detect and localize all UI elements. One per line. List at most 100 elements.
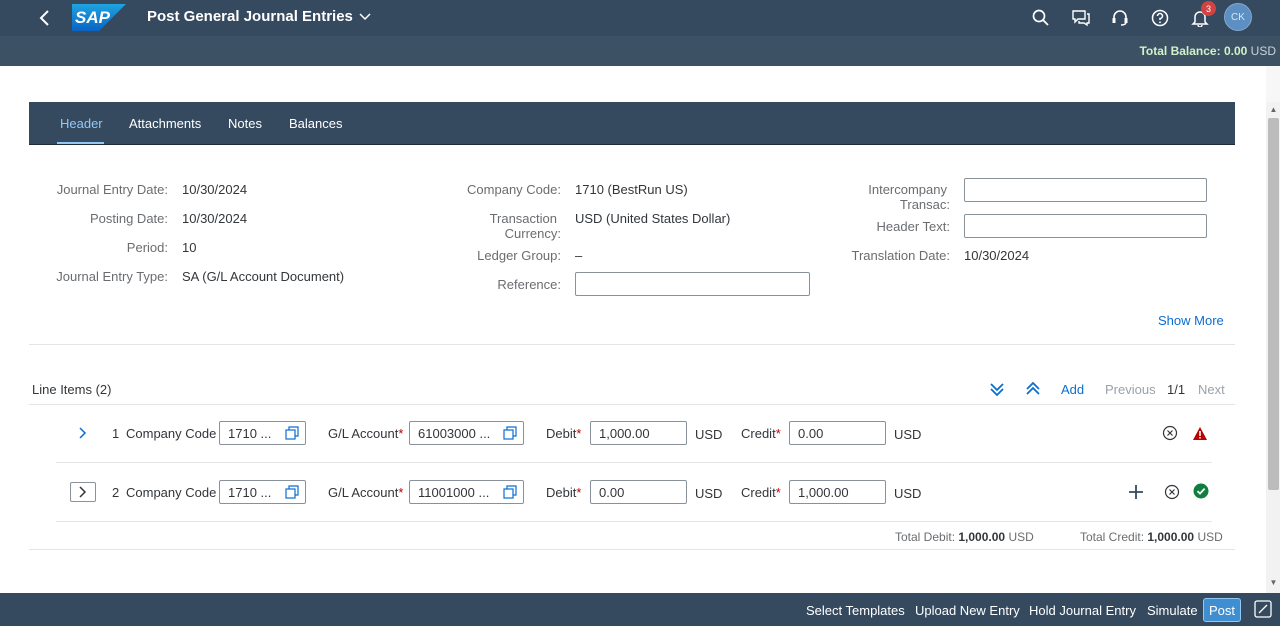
total-debit-currency: USD — [1008, 530, 1034, 544]
select-templates-button[interactable]: Select Templates — [806, 603, 905, 618]
tab-balances[interactable]: Balances — [289, 116, 342, 131]
translation-date-label: Translation Date: — [851, 248, 950, 263]
journal-entry-date-value: 10/30/2024 — [182, 182, 248, 197]
scrollbar-thumb[interactable] — [1268, 118, 1279, 490]
debit-currency: USD — [695, 427, 723, 442]
company-code-value: 1710 (BestRun US) — [575, 182, 688, 197]
total-balance-value: 0.00 — [1223, 44, 1248, 58]
expand-row-icon[interactable] — [76, 425, 90, 441]
gl-account-label: G/L Account* — [328, 485, 404, 500]
delete-row-icon[interactable] — [1162, 425, 1178, 441]
posting-date-value: 10/30/2024 — [182, 211, 248, 226]
gl-account-field-value: 61003000 ... — [418, 426, 491, 441]
value-help-icon[interactable] — [285, 485, 299, 499]
simulate-button[interactable]: Simulate — [1147, 603, 1198, 618]
posting-date-label: Posting Date: — [89, 211, 168, 226]
total-credit: Total Credit: 1,000.00 USD — [1080, 530, 1223, 544]
chat-icon[interactable] — [1069, 6, 1093, 30]
credit-input[interactable]: 1,000.00 — [789, 480, 886, 504]
help-icon[interactable] — [1148, 6, 1172, 30]
scroll-down-icon[interactable]: ▼ — [1268, 578, 1279, 590]
credit-currency: USD — [894, 486, 922, 501]
tab-attachments[interactable]: Attachments — [129, 116, 201, 131]
line-number: 2 — [112, 485, 120, 500]
reference-input[interactable] — [575, 272, 810, 296]
credit-input[interactable]: 0.00 — [789, 421, 886, 445]
total-debit-value: 1,000.00 — [958, 530, 1006, 544]
add-row-icon[interactable] — [1128, 484, 1144, 500]
debit-label: Debit* — [546, 485, 582, 500]
back-button[interactable] — [30, 0, 60, 36]
ledger-group-value: – — [575, 248, 583, 263]
company-code-field[interactable]: 1710 ... — [219, 480, 306, 504]
company-code-label: Company Code — [126, 485, 217, 500]
totals-row: Total Debit: 1,000.00 USD Total Credit: … — [29, 522, 1235, 550]
overflow-icon[interactable] — [1254, 600, 1274, 620]
upload-new-entry-button[interactable]: Upload New Entry — [915, 603, 1020, 618]
expand-row-icon[interactable] — [70, 482, 96, 502]
tab-notes[interactable]: Notes — [228, 116, 262, 131]
period-value: 10 — [182, 240, 197, 255]
intercompany-input[interactable] — [964, 178, 1207, 202]
success-check-icon[interactable] — [1193, 483, 1209, 499]
value-help-icon[interactable] — [285, 426, 299, 440]
gl-account-field[interactable]: 61003000 ... — [409, 421, 524, 445]
hold-journal-entry-button[interactable]: Hold Journal Entry — [1029, 603, 1136, 618]
debit-input[interactable]: 0.00 — [590, 480, 687, 504]
credit-label: Credit* — [741, 485, 781, 500]
company-code-field-value: 1710 ... — [228, 485, 272, 500]
next-button[interactable]: Next — [1198, 382, 1225, 397]
debit-input[interactable]: 1,000.00 — [590, 421, 687, 445]
app-title-menu[interactable]: Post General Journal Entries — [147, 8, 371, 25]
debit-label: Debit* — [546, 426, 582, 441]
page-indicator: 1/1 — [1167, 382, 1186, 397]
sap-logo[interactable]: SAP — [72, 4, 126, 31]
company-code-field[interactable]: 1710 ... — [219, 421, 306, 445]
intercompany-label-1: Intercompany — [868, 182, 947, 197]
sap-logo-text: SAP — [75, 8, 110, 27]
error-warning-icon[interactable] — [1192, 425, 1208, 441]
header-form — [29, 145, 1235, 345]
total-debit: Total Debit: 1,000.00 USD — [895, 530, 1034, 544]
collapse-all-icon[interactable] — [1025, 381, 1041, 400]
previous-button[interactable]: Previous — [1105, 382, 1156, 397]
avatar[interactable]: CK — [1224, 3, 1252, 31]
company-code-field-value: 1710 ... — [228, 426, 272, 441]
search-icon[interactable] — [1029, 6, 1053, 30]
ledger-group-label: Ledger Group: — [477, 248, 561, 263]
company-code-label: Company Code — [126, 426, 217, 441]
line-number: 1 — [112, 426, 120, 441]
footer-toolbar: Select Templates Upload New Entry Hold J… — [0, 593, 1280, 626]
header-text-input[interactable] — [964, 214, 1207, 238]
post-button[interactable]: Post — [1203, 598, 1241, 622]
delete-row-icon[interactable] — [1164, 484, 1180, 500]
tab-bar: Header Attachments Notes Balances — [29, 102, 1235, 145]
scroll-up-icon[interactable]: ▲ — [1268, 105, 1279, 117]
value-help-icon[interactable] — [503, 485, 517, 499]
gl-account-label: G/L Account* — [328, 426, 404, 441]
notification-badge: 3 — [1201, 1, 1216, 16]
total-credit-label: Total Credit: — [1080, 530, 1145, 544]
add-line-button[interactable]: Add — [1061, 382, 1084, 397]
company-code-label: Company Code: — [467, 182, 561, 197]
total-credit-value: 1,000.00 — [1147, 530, 1195, 544]
journal-entry-date-label: Journal Entry Date: — [56, 182, 168, 197]
active-tab-indicator — [57, 142, 104, 144]
sub-header: Total Balance: 0.00 USD — [0, 36, 1280, 66]
headset-icon[interactable] — [1108, 6, 1132, 30]
transaction-currency-label-2: Currency: — [504, 226, 561, 241]
credit-currency: USD — [894, 427, 922, 442]
line-items-title: Line Items (2) — [32, 382, 112, 397]
gl-account-field[interactable]: 11001000 ... — [409, 480, 524, 504]
journal-entry-type-label: Journal Entry Type: — [56, 269, 168, 284]
value-help-icon[interactable] — [503, 426, 517, 440]
intercompany-label-2: Transac: — [899, 197, 950, 212]
line-items-toolbar: Line Items (2) Add Previous 1/1 Next — [29, 375, 1235, 405]
total-credit-currency: USD — [1197, 530, 1223, 544]
tab-header[interactable]: Header — [60, 116, 103, 131]
app-title: Post General Journal Entries — [147, 8, 353, 25]
total-balance-label: Total Balance: — [1139, 44, 1221, 58]
expand-all-icon[interactable] — [989, 381, 1005, 400]
show-more-link[interactable]: Show More — [1158, 313, 1224, 328]
period-label: Period: — [126, 240, 168, 255]
